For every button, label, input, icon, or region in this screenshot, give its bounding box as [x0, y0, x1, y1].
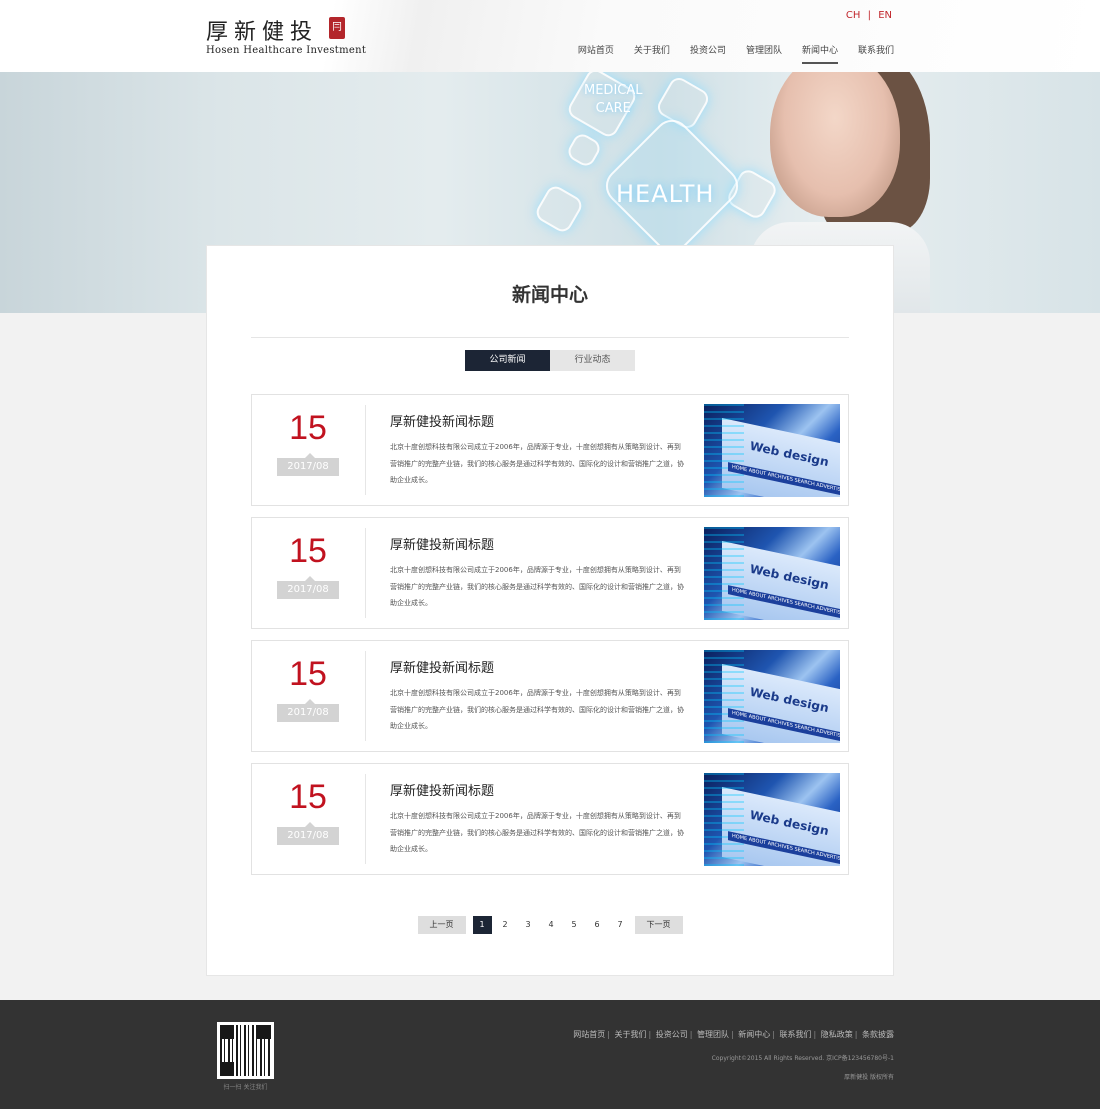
- title-divider: [251, 337, 849, 338]
- main-nav: 网站首页 关于我们 投资公司 管理团队 新闻中心 联系我们: [568, 43, 894, 64]
- page-number[interactable]: 1: [472, 916, 492, 934]
- news-divider: [365, 651, 366, 741]
- banner-care-line: CARE: [595, 101, 631, 116]
- qr-code-pattern: [220, 1025, 271, 1076]
- footer-link-privacy[interactable]: 隐私政策: [821, 1030, 853, 1039]
- news-summary: 北京十度创想科技有限公司成立于2006年，品牌源于专业，十度创想拥有从策略到设计…: [390, 443, 684, 484]
- nav-item-investment[interactable]: 投资公司: [680, 43, 736, 64]
- lang-en-link[interactable]: EN: [878, 10, 892, 21]
- banner-medical-care-text: MEDICAL CARE: [584, 82, 643, 118]
- news-content-card: 新闻中心 公司新闻 行业动态 15 2017/08 厚新健投新闻标题 北京十度创…: [206, 245, 894, 976]
- footer-link-separator: |: [731, 1030, 734, 1039]
- news-item[interactable]: 15 2017/08 厚新健投新闻标题 北京十度创想科技有限公司成立于2006年…: [251, 640, 849, 752]
- tab-industry-news[interactable]: 行业动态: [550, 350, 635, 371]
- nav-item-home[interactable]: 网站首页: [568, 43, 624, 64]
- logo-english-text: Hosen Healthcare Investment: [206, 45, 367, 56]
- page-number[interactable]: 4: [542, 916, 561, 934]
- news-title[interactable]: 厚新健投新闻标题: [390, 780, 494, 799]
- news-divider: [365, 774, 366, 864]
- logo-chinese-text: 厚新健投: [206, 20, 319, 45]
- news-thumbnail[interactable]: Web design HOME ABOUT ARCHIVES SEARCH AD…: [704, 650, 840, 743]
- news-title[interactable]: 厚新健投新闻标题: [390, 411, 494, 430]
- footer-link-separator: |: [648, 1030, 652, 1039]
- news-month-badge: 2017/08: [277, 822, 339, 845]
- news-divider: [365, 528, 366, 618]
- footer-link-contact[interactable]: 联系我们: [780, 1030, 812, 1039]
- news-item[interactable]: 15 2017/08 厚新健投新闻标题 北京十度创想科技有限公司成立于2006年…: [251, 763, 849, 875]
- site-header: 厚新健投 冃 Hosen Healthcare Investment CH | …: [0, 0, 1100, 72]
- news-month-badge: 2017/08: [277, 576, 339, 599]
- footer-link-separator: |: [607, 1030, 610, 1039]
- lang-separator: |: [867, 10, 871, 21]
- news-month-badge: 2017/08: [277, 453, 339, 476]
- news-title[interactable]: 厚新健投新闻标题: [390, 657, 494, 676]
- nav-item-contact[interactable]: 联系我们: [848, 43, 894, 64]
- pagination: 上一页 1 2 3 4 5 6 7 下一页: [207, 916, 893, 934]
- nav-item-news[interactable]: 新闻中心: [792, 43, 848, 64]
- next-page-button[interactable]: 下一页: [634, 916, 683, 934]
- footer-links: 网站首页 | 关于我们 | 投资公司 | 管理团队 | 新闻中心 | 联系我们 | 隐私政策…: [573, 1029, 894, 1040]
- page-number[interactable]: 5: [565, 916, 584, 934]
- footer-link-news[interactable]: 新闻中心: [738, 1030, 770, 1039]
- page-number[interactable]: 2: [496, 916, 515, 934]
- news-tabs: 公司新闻 行业动态: [465, 350, 635, 371]
- news-summary: 北京十度创想科技有限公司成立于2006年，品牌源于专业，十度创想拥有从策略到设计…: [390, 566, 684, 607]
- news-thumbnail[interactable]: Web design HOME ABOUT ARCHIVES SEARCH AD…: [704, 404, 840, 497]
- news-day: 15: [289, 655, 327, 693]
- news-date: 15 2017/08: [252, 641, 364, 751]
- news-date: 15 2017/08: [252, 518, 364, 628]
- footer-link-about[interactable]: 关于我们: [615, 1030, 647, 1039]
- site-footer: 扫一扫 关注我们 网站首页 | 关于我们 | 投资公司 | 管理团队 | 新闻中心 | 联…: [0, 1000, 1100, 1109]
- rights-text: 厚新健投 版权所有: [844, 1074, 894, 1081]
- footer-link-separator: |: [854, 1030, 858, 1039]
- news-thumbnail[interactable]: Web design HOME ABOUT ARCHIVES SEARCH AD…: [704, 773, 840, 866]
- news-month-badge: 2017/08: [277, 699, 339, 722]
- page-title: 新闻中心: [511, 284, 588, 306]
- footer-link-home[interactable]: 网站首页: [573, 1030, 605, 1039]
- footer-link-team[interactable]: 管理团队: [697, 1030, 729, 1039]
- site-logo[interactable]: 厚新健投 冃 Hosen Healthcare Investment: [206, 14, 366, 60]
- news-thumbnail[interactable]: Web design HOME ABOUT ARCHIVES SEARCH AD…: [704, 527, 840, 620]
- news-divider: [365, 405, 366, 495]
- nav-item-team[interactable]: 管理团队: [736, 43, 792, 64]
- page-number[interactable]: 3: [519, 916, 538, 934]
- page-number[interactable]: 6: [588, 916, 607, 934]
- news-date: 15 2017/08: [252, 395, 364, 505]
- footer-link-separator: |: [772, 1030, 775, 1039]
- page-number[interactable]: 7: [611, 916, 630, 934]
- nav-item-about[interactable]: 关于我们: [624, 43, 680, 64]
- news-item[interactable]: 15 2017/08 厚新健投新闻标题 北京十度创想科技有限公司成立于2006年…: [251, 517, 849, 629]
- thumbnail-web-design-text: Web design: [750, 684, 829, 716]
- news-date: 15 2017/08: [252, 764, 364, 874]
- banner-hex-decoration: [533, 183, 585, 235]
- prev-page-button[interactable]: 上一页: [417, 916, 466, 934]
- footer-link-separator: |: [813, 1030, 817, 1039]
- thumbnail-web-design-text: Web design: [750, 807, 829, 839]
- copyright-text: Copyright©2015 All Rights Reserved. 京ICP…: [711, 1055, 894, 1062]
- banner-hex-decoration: [564, 130, 604, 170]
- news-summary: 北京十度创想科技有限公司成立于2006年，品牌源于专业，十度创想拥有从策略到设计…: [390, 689, 684, 730]
- news-summary: 北京十度创想科技有限公司成立于2006年，品牌源于专业，十度创想拥有从策略到设计…: [390, 812, 684, 853]
- language-switcher: CH | EN: [844, 10, 894, 21]
- news-day: 15: [289, 532, 327, 570]
- footer-link-investment[interactable]: 投资公司: [656, 1030, 688, 1039]
- footer-link-terms[interactable]: 条款披露: [862, 1030, 894, 1039]
- news-item[interactable]: 15 2017/08 厚新健投新闻标题 北京十度创想科技有限公司成立于2006年…: [251, 394, 849, 506]
- footer-link-separator: |: [689, 1030, 693, 1039]
- thumbnail-web-design-text: Web design: [750, 561, 829, 593]
- news-day: 15: [289, 778, 327, 816]
- tab-company-news[interactable]: 公司新闻: [465, 350, 550, 371]
- thumbnail-web-design-text: Web design: [750, 438, 829, 470]
- banner-doctor-face: [770, 72, 900, 217]
- banner-health-text: HEALTH: [616, 180, 715, 208]
- news-day: 15: [289, 409, 327, 447]
- qr-caption: 扫一扫 关注我们: [223, 1084, 268, 1091]
- logo-seal-icon: 冃: [329, 17, 345, 39]
- banner-medical-line: MEDICAL: [584, 83, 643, 98]
- qr-code-icon: [217, 1022, 274, 1079]
- lang-ch-link[interactable]: CH: [846, 10, 861, 21]
- news-title[interactable]: 厚新健投新闻标题: [390, 534, 494, 553]
